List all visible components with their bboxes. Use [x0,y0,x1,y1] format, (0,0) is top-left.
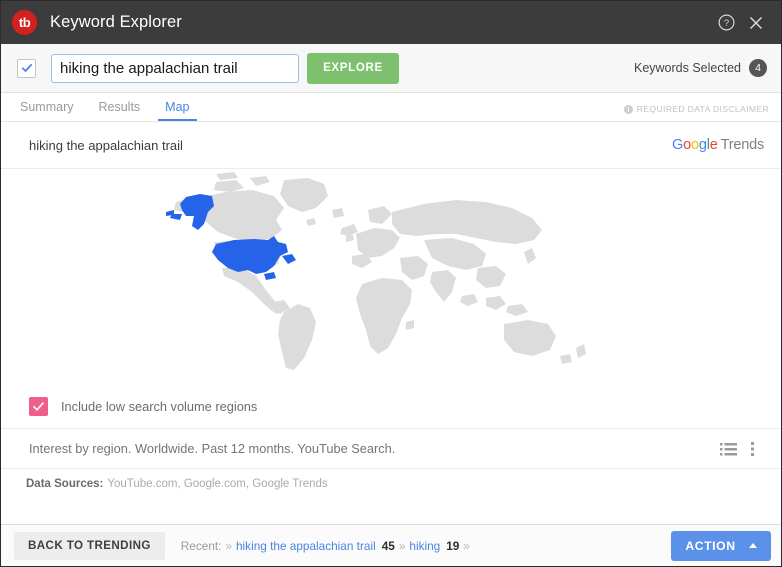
logo-text: tb [19,15,30,30]
tab-results[interactable]: Results [91,101,147,122]
help-button[interactable]: ? [711,8,741,38]
required-data-disclaimer[interactable]: REQUIRED DATA DISCLAIMER [624,104,769,121]
google-trends-logo: GoogleTrends [672,137,764,153]
logo-word-trends: Trends [721,137,764,153]
data-sources-value: YouTube.com, Google.com, Google Trends [107,478,327,490]
more-options-button[interactable] [740,437,764,461]
window-titlebar: tb Keyword Explorer ? [1,1,781,44]
tubebuddy-logo-icon: tb [12,10,37,35]
disclaimer-label: REQUIRED DATA DISCLAIMER [637,104,769,114]
kebab-menu-icon [750,441,755,457]
recent-history: Recent: » hiking the appalachian trail 4… [181,539,474,553]
logo-letter-e: e [710,137,718,153]
help-circle-icon: ? [718,14,735,31]
checkmark-icon [32,400,45,413]
interest-summary-row: Interest by region. Worldwide. Past 12 m… [1,429,781,469]
close-icon [748,15,764,31]
include-low-volume-checkbox[interactable] [29,397,48,416]
tab-map[interactable]: Map [158,101,196,122]
keyword-search-row: EXPLORE Keywords Selected 4 [1,44,781,93]
map-panel: hiking the appalachian trail GoogleTrend… [1,122,781,524]
keyword-explorer-window: tb Keyword Explorer ? EXPLORE Keywords S… [0,0,782,567]
checkmark-icon [21,62,33,74]
recent-link-1[interactable]: hiking the appalachian trail [236,539,376,553]
recent-separator-2: » [399,539,406,553]
include-low-volume-label: Include low search volume regions [61,399,257,414]
info-icon [624,105,633,114]
keywords-selected-badge: 4 [749,59,767,77]
panel-header: hiking the appalachian trail GoogleTrend… [1,122,781,169]
logo-letter-o2: o [691,137,699,153]
recent-separator-3: » [463,539,470,553]
low-volume-option-row: Include low search volume regions [1,385,781,429]
keywords-selected-label: Keywords Selected [634,61,741,75]
panel-keyword-title: hiking the appalachian trail [29,138,183,153]
data-sources-row: Data Sources: YouTube.com, Google.com, G… [1,469,781,524]
keywords-selected: Keywords Selected 4 [634,59,767,77]
list-view-button[interactable] [716,437,740,461]
chevron-up-icon [749,543,757,548]
recent-label: Recent: [181,539,222,553]
interest-by-region-text: Interest by region. Worldwide. Past 12 m… [29,441,395,456]
world-map-svg [156,172,626,382]
keyword-select-checkbox[interactable] [17,59,36,78]
tab-summary[interactable]: Summary [13,101,80,122]
recent-link-2[interactable]: hiking [409,539,440,553]
recent-separator-1: » [225,539,232,553]
recent-count-2: 19 [446,539,459,553]
recent-count-1: 45 [382,539,395,553]
data-sources-label: Data Sources: [26,478,103,490]
back-to-trending-button[interactable]: BACK TO TRENDING [14,532,165,560]
bottom-action-bar: BACK TO TRENDING Recent: » hiking the ap… [1,524,781,566]
list-view-icon [720,442,737,456]
tab-bar: Summary Results Map REQUIRED DATA DISCLA… [1,93,781,122]
svg-text:?: ? [723,18,728,29]
world-map[interactable] [1,169,781,385]
logo-letter-o1: o [683,137,691,153]
logo-letter-g: G [672,137,683,153]
action-button[interactable]: ACTION [671,531,771,561]
logo-letter-g2: g [699,137,707,153]
window-title: Keyword Explorer [50,13,182,32]
keyword-input[interactable] [51,54,299,83]
action-button-label: ACTION [685,539,735,553]
explore-button[interactable]: EXPLORE [307,53,399,84]
close-button[interactable] [741,8,771,38]
